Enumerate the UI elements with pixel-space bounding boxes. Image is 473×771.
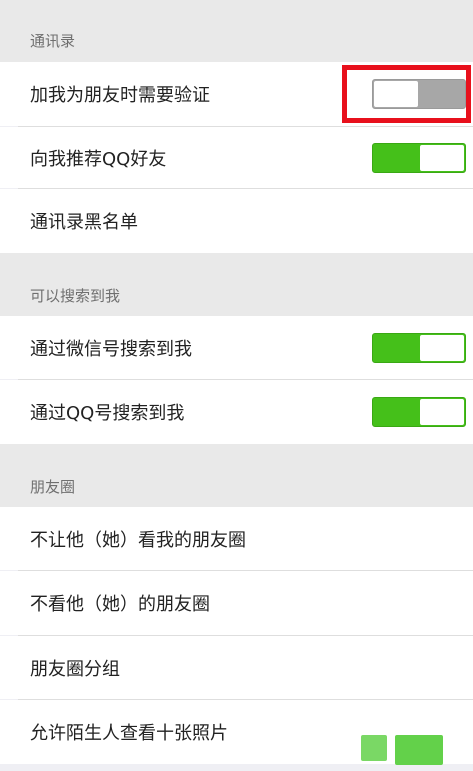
section-title: 通讯录 (30, 32, 76, 50)
toggle-knob (420, 334, 464, 361)
row-search-by-wechat-id[interactable]: 通过微信号搜索到我 (0, 316, 473, 379)
row-search-by-qq[interactable]: 通过QQ号搜索到我 (0, 380, 473, 444)
row-label: 不看他（她）的朋友圈 (30, 594, 210, 615)
row-recommend-qq-friends[interactable]: 向我推荐QQ好友 (0, 127, 473, 188)
row-hide-their-moments[interactable]: 不看他（她）的朋友圈 (0, 571, 473, 635)
watermark-block (395, 735, 443, 765)
toggle-knob (420, 144, 464, 171)
toggle-recommend-qq-friends[interactable] (372, 142, 466, 173)
row-contacts-blacklist[interactable]: 通讯录黑名单 (0, 189, 473, 253)
row-label: 朋友圈分组 (30, 658, 120, 680)
row-label: 加我为朋友时需要验证 (30, 85, 210, 106)
watermark-logo (343, 725, 443, 765)
toggle-search-by-wechat-id[interactable] (372, 332, 466, 363)
section-header-searchable: 可以搜索到我 (0, 253, 473, 316)
row-label: 向我推荐QQ好友 (30, 148, 167, 170)
highlight-box (342, 65, 471, 123)
section-title: 可以搜索到我 (30, 287, 121, 305)
row-label: 通过QQ号搜索到我 (30, 403, 185, 424)
section-header-contacts: 通讯录 (0, 0, 473, 62)
row-label: 允许陌生人查看十张照片 (30, 723, 228, 744)
section-header-moments: 朋友圈 (0, 444, 473, 507)
row-hide-my-moments[interactable]: 不让他（她）看我的朋友圈 (0, 507, 473, 570)
toggle-search-by-qq[interactable] (372, 397, 466, 427)
watermark-block (361, 735, 387, 761)
row-label: 通过微信号搜索到我 (30, 338, 192, 360)
section-title: 朋友圈 (30, 478, 76, 496)
row-label: 不让他（她）看我的朋友圈 (30, 529, 246, 551)
row-moments-groups[interactable]: 朋友圈分组 (0, 636, 473, 699)
row-label: 通讯录黑名单 (30, 212, 138, 233)
toggle-knob (420, 399, 464, 425)
